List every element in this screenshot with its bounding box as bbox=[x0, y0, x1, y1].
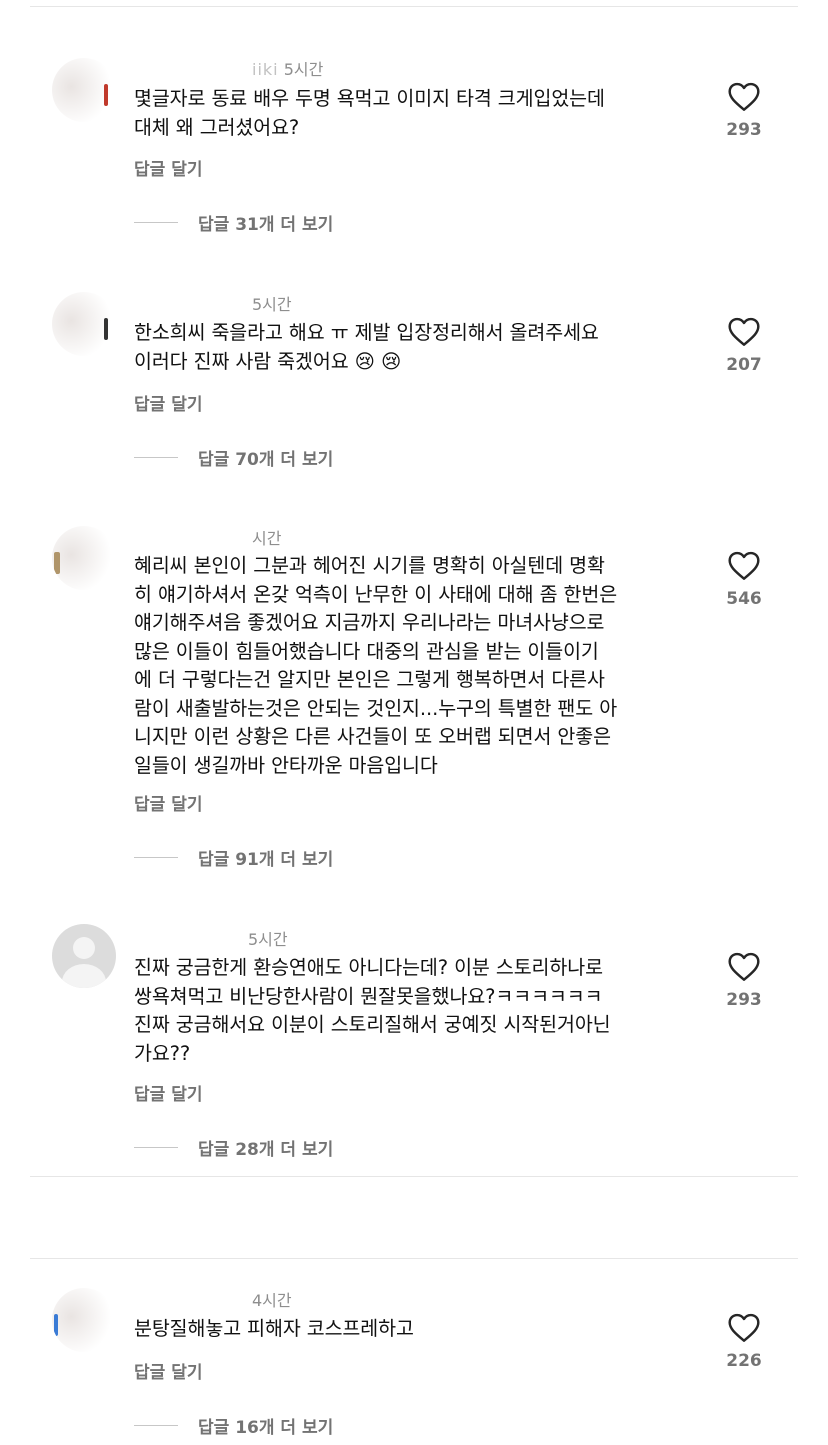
comment-text-line: 혜리씨 본인이 그분과 헤어진 시기를 명확히 아실텐데 명확 bbox=[134, 554, 605, 577]
reply-button[interactable]: 답글 달기 bbox=[134, 390, 202, 415]
comment-text-line: 몇글자로 동료 배우 두명 욕먹고 이미지 타격 크게입었는데 bbox=[134, 87, 605, 110]
view-replies-button[interactable]: 답글 91개 더 보기 bbox=[134, 845, 333, 870]
comment-text-line: 분탕질해놓고 피해자 코스프레하고 bbox=[134, 1317, 414, 1340]
comment-text-line: 가요?? bbox=[134, 1041, 191, 1065]
like-count: 207 bbox=[726, 355, 762, 375]
comment-text: 혜리씨 본인이 그분과 헤어진 시기를 명확히 아실텐데 명확 히 얘기하셔서 … bbox=[134, 552, 694, 780]
heart-outline-icon bbox=[728, 317, 760, 346]
timestamp: 시간 bbox=[252, 529, 282, 548]
section-divider bbox=[30, 1258, 798, 1259]
comment-meta: 5시간 bbox=[134, 291, 292, 315]
section-divider bbox=[30, 1176, 798, 1177]
comment-meta: 4시간 bbox=[134, 1287, 292, 1311]
view-replies-label: 답글 16개 더 보기 bbox=[198, 1418, 334, 1438]
like-count: 293 bbox=[726, 120, 762, 140]
like-count: 226 bbox=[726, 1351, 762, 1371]
like-count: 546 bbox=[726, 589, 762, 609]
like-button[interactable]: 293 bbox=[724, 952, 764, 1010]
comment-text: 몇글자로 동료 배우 두명 욕먹고 이미지 타격 크게입었는데 대체 왜 그러셨… bbox=[134, 85, 694, 142]
user-avatar[interactable] bbox=[52, 58, 116, 122]
reply-button[interactable]: 답글 달기 bbox=[134, 1080, 202, 1105]
timestamp: 4시간 bbox=[252, 1291, 292, 1310]
heart-outline-icon bbox=[728, 551, 760, 580]
heart-outline-icon bbox=[728, 1313, 760, 1342]
comment-text-line: 대체 왜 그러셨어요? bbox=[134, 115, 300, 139]
like-button[interactable]: 546 bbox=[724, 551, 764, 609]
reply-button[interactable]: 답글 달기 bbox=[134, 790, 202, 815]
like-button[interactable]: 293 bbox=[724, 82, 764, 140]
comment-text: 한소희씨 죽을라고 해요 ㅠ 제발 입장정리해서 올려주세요 이러다 진짜 사람… bbox=[134, 319, 694, 376]
view-replies-label: 답글 28개 더 보기 bbox=[198, 1140, 334, 1160]
comment-text-line: 쌍욕쳐먹고 비난당한사람이 뭔잘못을했나요?ㅋㅋㅋㅋㅋㅋ bbox=[134, 984, 603, 1008]
view-replies-label: 답글 70개 더 보기 bbox=[198, 450, 334, 470]
heart-outline-icon bbox=[728, 82, 760, 111]
view-replies-dash bbox=[134, 1147, 178, 1148]
comment-text-line: 니지만 이런 상황은 다른 사건들이 또 오버랩 되면서 안좋은 bbox=[134, 725, 611, 748]
comment-text-line: 히 얘기하셔서 온갖 억측이 난무한 이 사태에 대해 좀 한번은 bbox=[134, 582, 618, 606]
view-replies-label: 답글 91개 더 보기 bbox=[198, 850, 334, 870]
comment-meta: 시간 bbox=[134, 525, 281, 549]
timestamp: 5시간 bbox=[252, 295, 292, 314]
comment-text: 진짜 궁금한게 환승연애도 아니다는데? 이분 스토리하나로 쌍욕쳐먹고 비난당… bbox=[134, 954, 694, 1068]
view-replies-dash bbox=[134, 857, 178, 858]
view-replies-button[interactable]: 답글 70개 더 보기 bbox=[134, 445, 333, 470]
like-button[interactable]: 226 bbox=[724, 1313, 764, 1371]
comment-text-line: 이러다 진짜 사람 죽겠어요 😢 😢 bbox=[134, 349, 402, 373]
comment-text-line: 진짜 궁금한게 환승연애도 아니다는데? 이분 스토리하나로 bbox=[134, 956, 603, 979]
view-replies-dash bbox=[134, 457, 178, 458]
user-avatar[interactable] bbox=[52, 1288, 116, 1352]
reply-button[interactable]: 답글 달기 bbox=[134, 155, 202, 180]
comment-text-line: 얘기해주셔음 좋겠어요 지금까지 우리나라는 마녀사냥으로 bbox=[134, 611, 605, 634]
comment-text-line: 많은 이들이 힘들어했습니다 대중의 관심을 받는 이들이기 bbox=[134, 639, 599, 663]
reply-button[interactable]: 답글 달기 bbox=[134, 1358, 202, 1383]
like-count: 293 bbox=[726, 990, 762, 1010]
view-replies-button[interactable]: 답글 31개 더 보기 bbox=[134, 210, 333, 235]
timestamp: 5시간 bbox=[283, 60, 324, 79]
comment-text-line: 한소희씨 죽을라고 해요 ㅠ 제발 입장정리해서 올려주세요 bbox=[134, 321, 599, 344]
comment-text: 분탕질해놓고 피해자 코스프레하고 bbox=[134, 1315, 694, 1344]
heart-outline-icon bbox=[728, 952, 760, 981]
username[interactable]: iiki bbox=[252, 60, 279, 79]
comment-text-line: 에 더 구렇다는건 알지만 본인은 그렇게 행복하면서 다른사 bbox=[134, 668, 605, 691]
view-replies-dash bbox=[134, 1425, 178, 1426]
comment-text-line: 일들이 생길까바 안타까운 마음입니다 bbox=[134, 753, 438, 777]
view-replies-button[interactable]: 답글 16개 더 보기 bbox=[134, 1413, 333, 1438]
user-avatar[interactable] bbox=[52, 292, 116, 356]
view-replies-dash bbox=[134, 222, 178, 223]
comment-meta: iiki 5시간 bbox=[134, 56, 323, 80]
view-replies-button[interactable]: 답글 28개 더 보기 bbox=[134, 1135, 333, 1160]
like-button[interactable]: 207 bbox=[724, 317, 764, 375]
comment-text-line: 진짜 궁금해서요 이분이 스토리질해서 궁예짓 시작된거아닌 bbox=[134, 1013, 611, 1036]
default-avatar-icon[interactable] bbox=[52, 924, 116, 988]
top-divider bbox=[30, 6, 798, 7]
comment-text-line: 람이 새출발하는것은 안되는 것인지...누구의 특별한 팬도 아 bbox=[134, 696, 618, 720]
user-avatar[interactable] bbox=[52, 526, 116, 590]
view-replies-label: 답글 31개 더 보기 bbox=[198, 215, 334, 235]
comment-meta: 5시간 bbox=[134, 926, 288, 950]
timestamp: 5시간 bbox=[248, 930, 288, 949]
